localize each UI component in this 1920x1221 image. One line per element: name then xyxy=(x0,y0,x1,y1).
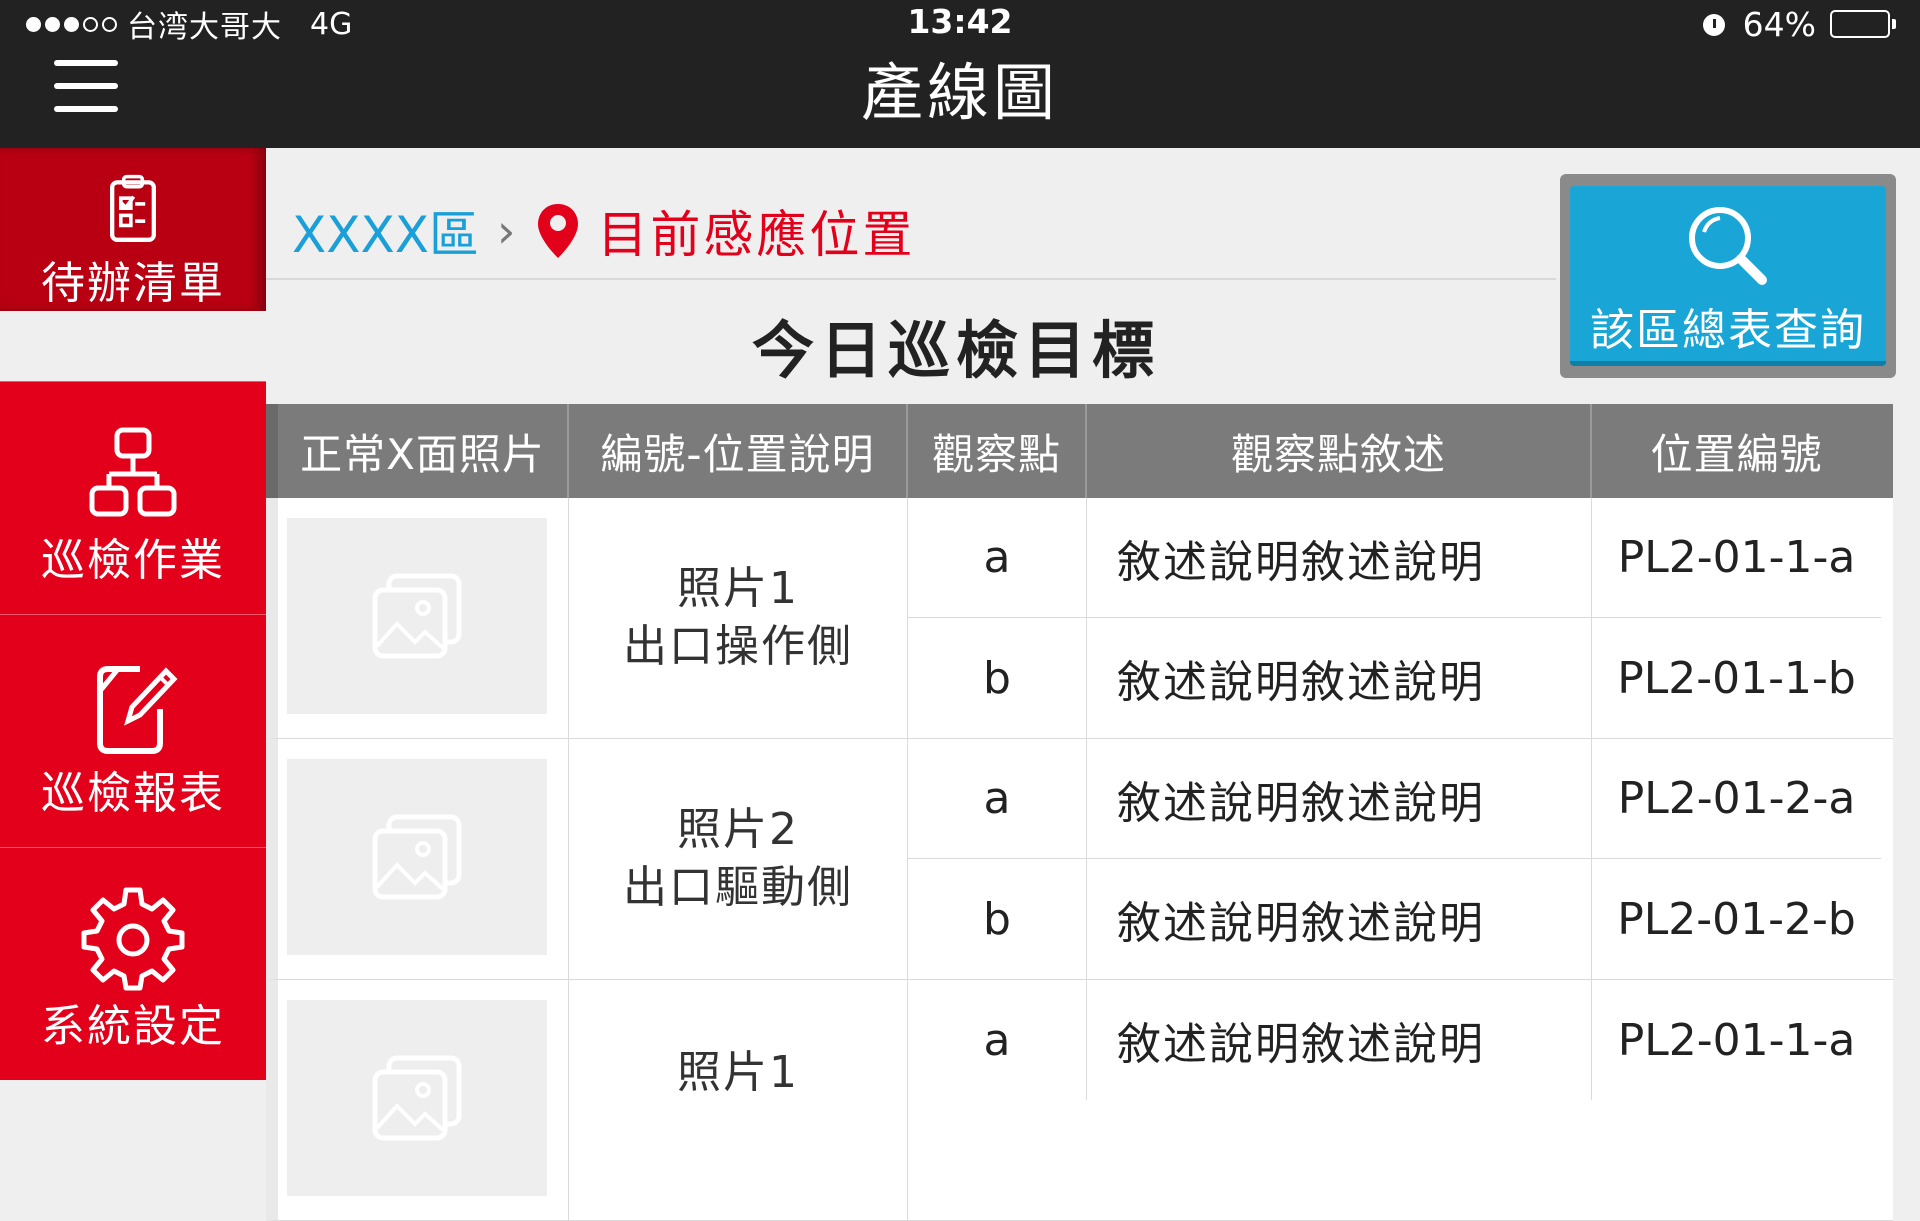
sidebar-item-label: 系統設定 xyxy=(41,1001,225,1052)
column-header-point: 觀察點 xyxy=(908,404,1087,498)
observation-point: a xyxy=(908,498,1087,617)
table-row-group: 照片1 出口操作側 a 敘述說明敘述說明 PL2-01-1-a b 敘述說明敘述… xyxy=(266,498,1893,739)
inspection-table: 正常X面照片 編號-位置說明 觀察點 觀察點敘述 位置編號 照片1 出口操作側 … xyxy=(266,404,1893,1221)
location-pin-icon xyxy=(538,204,579,258)
gear-icon xyxy=(81,887,185,991)
sidebar-item-todo-list[interactable]: 待辦清單 xyxy=(0,148,266,311)
status-time: 13:42 xyxy=(907,2,1013,41)
table-row[interactable]: a 敘述說明敘述說明 PL2-01-1-a xyxy=(908,498,1881,618)
breadcrumb: XXXX區 › 目前感應位置 xyxy=(292,196,915,266)
breadcrumb-separator: › xyxy=(497,204,516,258)
area-summary-query-button[interactable]: 該區總表查詢 xyxy=(1570,186,1886,366)
photo-cell xyxy=(278,980,569,1220)
table-row[interactable]: a 敘述說明敘述說明 PL2-01-2-a xyxy=(908,739,1881,859)
query-button-label: 該區總表查詢 xyxy=(1590,305,1866,356)
position-code: PL2-01-1-b xyxy=(1617,652,1856,704)
location-title: 照片1 xyxy=(677,563,799,614)
sidebar-item-label: 巡檢報表 xyxy=(41,768,225,819)
position-code: PL2-01-1-a xyxy=(1617,1014,1856,1066)
sidebar-item-system-settings[interactable]: 系統設定 xyxy=(0,847,266,1080)
location-description: 出口驅動側 xyxy=(623,862,853,913)
observation-point: a xyxy=(908,739,1087,858)
location-cell: 照片1 xyxy=(569,980,908,1220)
photo-cell xyxy=(278,739,569,979)
column-header-location: 編號-位置說明 xyxy=(569,404,908,498)
alarm-clock-icon xyxy=(1701,10,1729,38)
status-bar-right: 64% xyxy=(1701,4,1896,44)
location-description: 出口操作側 xyxy=(623,621,853,672)
image-placeholder-icon xyxy=(372,573,462,659)
column-header-photo: 正常X面照片 xyxy=(278,404,569,498)
breadcrumb-current-location: 目前感應位置 xyxy=(597,206,916,264)
divider xyxy=(266,278,1556,280)
location-cell: 照片2 出口驅動側 xyxy=(569,739,908,979)
table-header: 正常X面照片 編號-位置說明 觀察點 觀察點敘述 位置編號 xyxy=(266,404,1893,498)
photo-cell xyxy=(278,498,569,738)
battery-icon xyxy=(1830,10,1896,38)
query-button-frame: 該區總表查詢 xyxy=(1560,174,1896,378)
column-header-position-code: 位置編號 xyxy=(1650,429,1823,479)
table-row[interactable]: b 敘述說明敘述說明 PL2-01-1-b xyxy=(908,618,1881,738)
table-row[interactable]: b 敘述說明敘述說明 PL2-01-2-b xyxy=(908,859,1881,979)
search-icon xyxy=(1689,207,1767,285)
observation-point: a xyxy=(908,980,1087,1100)
photo-placeholder[interactable] xyxy=(287,518,547,714)
observation-point: b xyxy=(908,859,1087,979)
location-title: 照片2 xyxy=(677,804,799,855)
table-row-group: 照片2 出口驅動側 a 敘述說明敘述說明 PL2-01-2-a b 敘述說明敘述… xyxy=(266,739,1893,980)
observation-description: 敘述說明敘述說明 xyxy=(1087,618,1592,738)
sidebar: 待辦清單 巡檢作業 巡檢報表 系統設定 xyxy=(0,148,266,1080)
location-title: 照片1 xyxy=(677,1047,799,1098)
sidebar-item-inspection-work[interactable]: 巡檢作業 xyxy=(0,381,266,614)
top-bar: 台湾大哥大 4G 13:42 64% 產線圖 xyxy=(0,0,1920,148)
page-title: 今日巡檢目標 xyxy=(751,314,1160,387)
observation-description: 敘述說明敘述說明 xyxy=(1087,739,1592,858)
position-code: PL2-01-2-b xyxy=(1617,893,1856,945)
image-placeholder-icon xyxy=(372,814,462,900)
table-row[interactable]: a 敘述說明敘述說明 PL2-01-1-a xyxy=(908,980,1881,1100)
observation-description: 敘述說明敘述說明 xyxy=(1087,980,1592,1100)
location-cell: 照片1 出口操作側 xyxy=(569,498,908,738)
battery-percent: 64% xyxy=(1742,4,1816,44)
column-header-description: 觀察點敘述 xyxy=(1087,404,1592,498)
observation-description: 敘述說明敘述說明 xyxy=(1087,498,1592,617)
sidebar-item-label: 巡檢作業 xyxy=(41,535,225,586)
hierarchy-icon xyxy=(89,427,177,517)
breadcrumb-area-link[interactable]: XXXX區 xyxy=(292,195,479,267)
photo-placeholder[interactable] xyxy=(287,1000,547,1196)
sidebar-item-inspection-report[interactable]: 巡檢報表 xyxy=(0,614,266,847)
sidebar-item-label: 待辦清單 xyxy=(41,258,225,309)
table-row-group: 照片1 a 敘述說明敘述說明 PL2-01-1-a xyxy=(266,980,1893,1221)
observation-description: 敘述說明敘述說明 xyxy=(1087,859,1592,979)
checklist-icon xyxy=(110,174,156,242)
position-code: PL2-01-2-a xyxy=(1617,773,1856,824)
photo-placeholder[interactable] xyxy=(287,759,547,955)
position-code: PL2-01-1-a xyxy=(1617,532,1856,583)
page-title-header: 產線圖 xyxy=(860,56,1059,129)
observation-point: b xyxy=(908,618,1087,738)
edit-document-icon xyxy=(97,666,178,754)
image-placeholder-icon xyxy=(372,1055,462,1141)
main-content: XXXX區 › 目前感應位置 今日巡檢目標 該區總表查詢 正常X面照片 編號-位… xyxy=(266,148,1920,1221)
